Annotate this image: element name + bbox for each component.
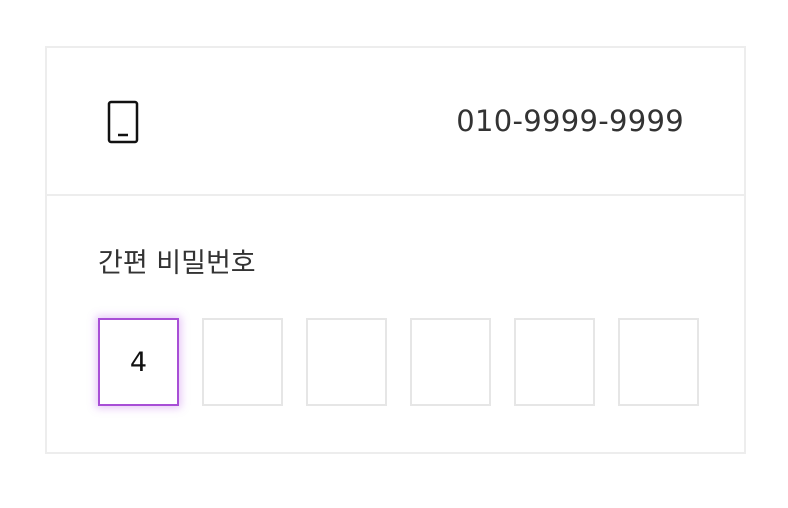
pin-digit-4[interactable] xyxy=(410,318,491,406)
auth-card: 010-9999-9999 간편 비밀번호 4 xyxy=(45,46,746,454)
pin-label: 간편 비밀번호 xyxy=(98,248,256,279)
pin-digit-5[interactable] xyxy=(514,318,595,406)
pin-section: 간편 비밀번호 4 xyxy=(47,196,744,452)
pin-digit-6[interactable] xyxy=(618,318,699,406)
pin-input-group: 4 xyxy=(98,318,699,406)
smartphone-icon xyxy=(107,100,139,144)
phone-row: 010-9999-9999 xyxy=(47,48,744,196)
pin-digit-2[interactable] xyxy=(202,318,283,406)
pin-digit-1[interactable]: 4 xyxy=(98,318,179,406)
phone-number: 010-9999-9999 xyxy=(456,104,684,138)
pin-digit-3[interactable] xyxy=(306,318,387,406)
